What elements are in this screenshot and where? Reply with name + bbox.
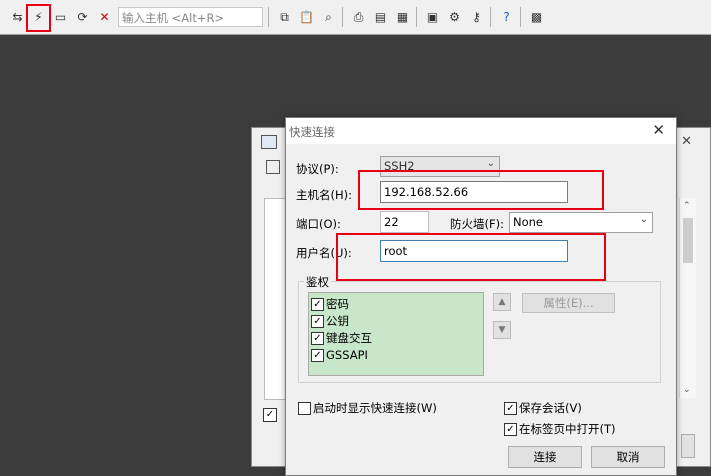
window-icon [261, 135, 277, 149]
print-selection-icon[interactable]: ▦ [394, 8, 411, 25]
copy-icon[interactable]: ⧉ [276, 8, 293, 25]
disconnect-icon[interactable]: ✕ [96, 8, 113, 25]
chevron-down-icon: ⌄ [639, 214, 648, 225]
toolbar-separator [416, 7, 417, 27]
move-up-button[interactable]: ▲ [493, 293, 511, 311]
connect-in-tab-icon[interactable]: ▭ [52, 8, 69, 25]
checkbox-checked-icon[interactable]: ✓ [311, 297, 324, 311]
scroll-down-icon[interactable]: ⌄ [683, 385, 691, 395]
host-address-input[interactable]: 输入主机 <Alt+R> [118, 7, 263, 27]
checkbox-unchecked-icon[interactable] [298, 401, 311, 415]
checkbox-checked-icon[interactable]: ✓ [311, 314, 324, 328]
auth-item-gssapi[interactable]: ✓ GSSAPI [311, 347, 368, 363]
highlight-username [336, 233, 606, 281]
firewall-value: None [513, 215, 544, 229]
show-on-startup-option[interactable]: 启动时显示快速连接(W) [298, 400, 437, 416]
keymap-icon[interactable]: ⚷ [468, 8, 485, 25]
port-label: 端口(O): [296, 217, 341, 231]
host-label: 主机名(H): [296, 188, 352, 202]
title-bar: 快速连接 ✕ [286, 118, 676, 144]
reconnect-icon[interactable]: ⟳ [74, 8, 91, 25]
toolbar-separator [268, 7, 269, 27]
firewall-label: 防火墙(F): [450, 217, 504, 231]
sftp-icon[interactable]: ▩ [528, 8, 545, 25]
auth-item-publickey[interactable]: ✓ 公钥 [311, 313, 349, 329]
auth-item-label: 公钥 [326, 314, 349, 328]
checkbox-checked-icon[interactable]: ✓ [311, 348, 324, 362]
auth-item-password[interactable]: ✓ 密码 [311, 296, 349, 312]
highlight-quick-connect [26, 4, 51, 32]
scroll-up-icon[interactable]: ⌃ [683, 201, 691, 211]
open-in-tab-label: 在标签页中打开(T) [519, 422, 616, 436]
firewall-select[interactable]: None ⌄ [509, 212, 653, 233]
highlight-host [358, 170, 604, 210]
paste-icon[interactable]: 📋 [298, 8, 315, 25]
port-field[interactable]: 22 [380, 211, 429, 233]
auth-group-title: 鉴权 [304, 274, 331, 290]
auth-method-list[interactable]: ✓ 密码 ✓ 公钥 ✓ 键盘交互 ✓ GSSAPI [308, 292, 484, 376]
auth-item-label: 密码 [326, 297, 349, 311]
close-icon[interactable]: ✕ [652, 121, 665, 139]
scroll-thumb[interactable] [683, 218, 693, 263]
chevron-down-icon: ⌄ [486, 158, 495, 169]
print-setup-icon[interactable]: ▤ [372, 8, 389, 25]
save-session-option[interactable]: ✓ 保存会话(V) [504, 400, 582, 416]
session-options-icon[interactable]: ▣ [424, 8, 441, 25]
auth-item-label: GSSAPI [326, 348, 368, 362]
auth-item-label: 键盘交互 [326, 331, 372, 345]
scrollbar[interactable]: ⌃ ⌄ [679, 198, 696, 398]
dialog-title: 快速连接 [289, 125, 335, 139]
checkbox-checked-icon[interactable]: ✓ [311, 331, 324, 345]
session-icon [266, 160, 280, 174]
toolbar-separator [342, 7, 343, 27]
background-button[interactable] [681, 434, 695, 458]
open-in-tab-option[interactable]: ✓ 在标签页中打开(T) [504, 421, 616, 437]
connect-button[interactable]: 连接 [508, 446, 582, 468]
cancel-button[interactable]: 取消 [591, 446, 665, 468]
connect-icon[interactable]: ⇆ [9, 8, 26, 25]
toolbar-separator [520, 7, 521, 27]
session-tree[interactable] [264, 198, 286, 400]
show-on-startup-label: 启动时显示快速连接(W) [313, 401, 437, 415]
properties-button[interactable]: 属性(E)... [522, 293, 615, 313]
toolbar-separator [490, 7, 491, 27]
help-icon[interactable]: ? [498, 8, 515, 25]
protocol-label: 协议(P): [296, 162, 339, 176]
main-toolbar: ⇆ ⚡ ▭ ⟳ ✕ 输入主机 <Alt+R> ⧉ 📋 ⌕ ⎙ ▤ ▦ ▣ ⚙ ⚷… [0, 0, 711, 35]
print-icon[interactable]: ⎙ [350, 8, 367, 25]
global-options-icon[interactable]: ⚙ [446, 8, 463, 25]
close-icon[interactable]: ✕ [681, 134, 692, 149]
checkbox-checked-icon[interactable]: ✓ [504, 401, 517, 415]
auth-item-keyboard-interactive[interactable]: ✓ 键盘交互 [311, 330, 372, 346]
save-session-label: 保存会话(V) [519, 401, 582, 415]
find-icon[interactable]: ⌕ [320, 8, 337, 25]
checkbox-checked-icon[interactable]: ✓ [504, 422, 517, 436]
background-checkbox[interactable]: ✓ [263, 408, 277, 422]
move-down-button[interactable]: ▼ [493, 321, 511, 339]
